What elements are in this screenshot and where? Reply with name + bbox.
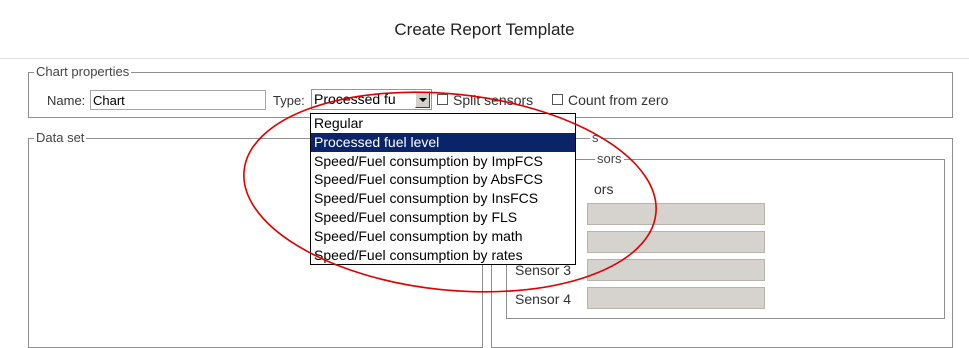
right-panel-legend: s <box>590 130 601 145</box>
sensor4-input[interactable] <box>587 287 765 309</box>
sensor1-input[interactable] <box>587 203 765 225</box>
count-from-zero-checkbox[interactable] <box>552 94 563 105</box>
type-select-value: Processed fu <box>314 91 396 107</box>
chevron-down-icon[interactable] <box>415 91 430 108</box>
type-option-insfcs[interactable]: Speed/Fuel consumption by InsFCS <box>311 189 575 208</box>
type-option-regular[interactable]: Regular <box>311 114 575 133</box>
sensor3-input[interactable] <box>587 259 765 281</box>
type-option-fls[interactable]: Speed/Fuel consumption by FLS <box>311 208 575 227</box>
type-option-processed-fuel-level[interactable]: Processed fuel level <box>311 132 575 152</box>
type-dropdown-list: Regular Processed fuel level Speed/Fuel … <box>310 113 576 265</box>
count-from-zero-label: Count from zero <box>568 92 669 108</box>
sensor2-input[interactable] <box>587 231 765 253</box>
sensor4-label: Sensor 4 <box>515 291 572 307</box>
name-input[interactable] <box>90 90 266 110</box>
type-option-impfcs[interactable]: Speed/Fuel consumption by ImpFCS <box>311 152 575 171</box>
type-label: Type: <box>273 93 305 108</box>
sensors-sublabel: ors <box>594 181 614 197</box>
type-option-rates[interactable]: Speed/Fuel consumption by rates <box>311 246 575 265</box>
page-title: Create Report Template <box>394 20 575 39</box>
split-sensors-checkbox[interactable] <box>437 94 448 105</box>
type-select[interactable]: Processed fu <box>311 89 432 110</box>
split-sensors-label: Split sensors <box>453 92 534 108</box>
type-option-math[interactable]: Speed/Fuel consumption by math <box>311 227 575 246</box>
chart-properties-legend: Chart properties <box>34 64 132 79</box>
name-label: Name: <box>47 93 86 108</box>
type-option-absfcs[interactable]: Speed/Fuel consumption by AbsFCS <box>311 170 575 189</box>
data-set-legend: Data set <box>34 130 87 145</box>
sensors-legend: sors <box>595 151 624 166</box>
